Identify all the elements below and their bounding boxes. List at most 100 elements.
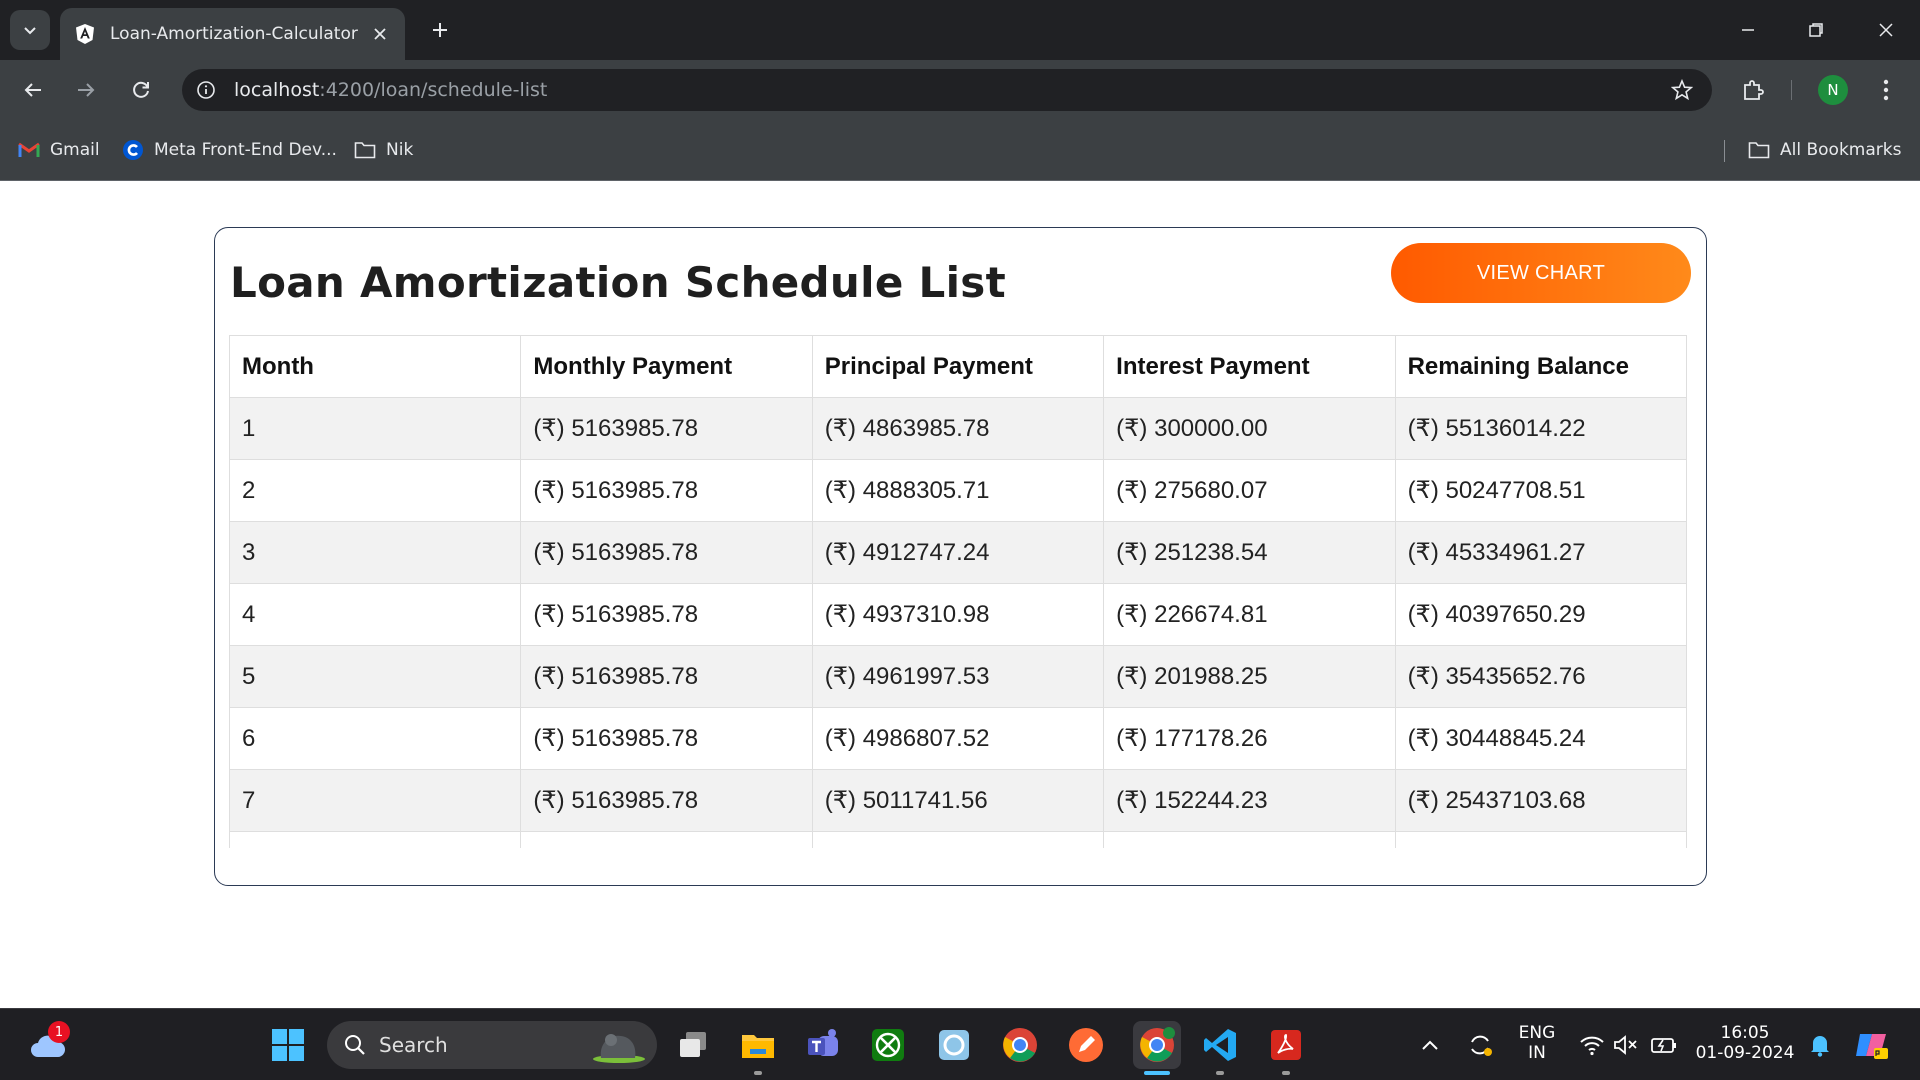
table-row: 3 (₹) 5163985.78 (₹) 4912747.24 (₹) 2512… [229, 521, 1688, 584]
schedule-card: Loan Amortization Schedule List VIEW CHA… [214, 227, 1707, 886]
cell-principal-payment: (₹) 4937310.98 [811, 583, 1105, 646]
cell-month [229, 831, 522, 848]
chrome-profile-icon[interactable] [1133, 1021, 1181, 1069]
angular-icon [74, 23, 96, 45]
url-host: localhost [234, 79, 320, 101]
tab-search-button[interactable] [10, 10, 50, 50]
table-row: 5 (₹) 5163985.78 (₹) 4961997.53 (₹) 2019… [229, 645, 1688, 708]
folder-icon [354, 139, 376, 161]
chrome-icon[interactable] [1000, 1025, 1040, 1065]
cell-month: 5 [229, 645, 522, 708]
close-tab-icon[interactable] [369, 23, 391, 45]
running-indicator [754, 1071, 762, 1075]
table-row: 4 (₹) 5163985.78 (₹) 4937310.98 (₹) 2266… [229, 583, 1688, 646]
forward-arrow-icon[interactable] [68, 72, 104, 108]
cell-interest-payment: (₹) 226674.81 [1103, 583, 1396, 646]
clock[interactable]: 16:05 01-09-2024 [1695, 1023, 1795, 1063]
table-row: 1 (₹) 5163985.78 (₹) 4863985.78 (₹) 3000… [229, 397, 1688, 460]
screen-capture-icon[interactable] [934, 1025, 974, 1065]
schedule-table-container[interactable]: Month Monthly Payment Principal Payment … [229, 335, 1692, 848]
cell-interest-payment: (₹) 251238.54 [1103, 521, 1396, 584]
cell-monthly-payment: (₹) 5163985.78 [520, 583, 813, 646]
cell-month: 4 [229, 583, 522, 646]
teams-icon[interactable] [804, 1025, 844, 1065]
chevron-down-icon [24, 27, 36, 35]
address-bar[interactable]: localhost:4200/loan/schedule-list [182, 69, 1712, 111]
table-row: 6 (₹) 5163985.78 (₹) 4986807.52 (₹) 1771… [229, 707, 1688, 770]
cell-month: 3 [229, 521, 522, 584]
browser-tab-bar: Loan-Amortization-Calculator [0, 0, 1920, 60]
reload-icon[interactable] [123, 72, 159, 108]
cell-principal-payment: (₹) 4986807.52 [811, 707, 1105, 770]
schedule-table: Month Monthly Payment Principal Payment … [229, 335, 1688, 848]
restore-icon[interactable] [1796, 10, 1836, 50]
volume-muted-icon[interactable] [1606, 1025, 1646, 1065]
browser-tab-active[interactable]: Loan-Amortization-Calculator [60, 8, 405, 60]
more-menu-icon[interactable] [1868, 72, 1904, 108]
cell-principal-payment [811, 831, 1105, 848]
language-indicator[interactable]: ENG IN [1512, 1023, 1562, 1063]
toolbar-divider [1791, 80, 1792, 100]
cell-remaining-balance: (₹) 25437103.68 [1394, 769, 1688, 832]
search-label: Search [379, 1033, 448, 1057]
cell-monthly-payment: (₹) 5163985.78 [520, 769, 813, 832]
clock-time: 16:05 [1720, 1023, 1770, 1043]
cell-remaining-balance: (₹) 50247708.51 [1394, 459, 1688, 522]
cell-remaining-balance: (₹) 30448845.24 [1394, 707, 1688, 770]
folder-icon [1748, 139, 1770, 161]
task-view-icon[interactable] [673, 1025, 713, 1065]
url-text: localhost:4200/loan/schedule-list [234, 79, 547, 101]
cell-month: 7 [229, 769, 522, 832]
search-highlight-gorilla-icon [593, 1034, 645, 1063]
minimize-icon[interactable] [1728, 10, 1768, 50]
column-header-month: Month [229, 335, 522, 398]
all-bookmarks-button[interactable]: All Bookmarks [1748, 136, 1901, 164]
tab-title: Loan-Amortization-Calculator [110, 24, 358, 44]
cell-month: 1 [229, 397, 522, 460]
back-arrow-icon[interactable] [15, 72, 51, 108]
column-header-monthly-payment: Monthly Payment [520, 335, 813, 398]
weather-notification-badge: 1 [48, 1021, 70, 1043]
taskbar-search-box[interactable]: Search [327, 1021, 657, 1069]
clock-date: 01-09-2024 [1695, 1043, 1795, 1063]
windows-start-icon[interactable] [268, 1025, 308, 1065]
sync-icon[interactable] [1460, 1025, 1500, 1065]
bookmark-star-icon[interactable] [1670, 78, 1694, 102]
bookmark-meta-front-end[interactable]: Meta Front-End Dev... [122, 136, 337, 164]
acrobat-icon[interactable] [1266, 1025, 1306, 1065]
cell-remaining-balance: (₹) 35435652.76 [1394, 645, 1688, 708]
view-chart-button[interactable]: VIEW CHART [1391, 243, 1691, 303]
cell-monthly-payment: (₹) 5163985.78 [520, 645, 813, 708]
url-path: :4200/loan/schedule-list [319, 79, 548, 101]
language-code: ENG [1518, 1023, 1556, 1043]
bookmarks-bar: Gmail Meta Front-End Dev... Nik All Book… [0, 120, 1920, 181]
gmail-icon [18, 139, 40, 161]
column-header-principal-payment: Principal Payment [811, 335, 1105, 398]
bookmarks-divider [1724, 140, 1725, 162]
all-bookmarks-label: All Bookmarks [1780, 140, 1902, 160]
table-header-row: Month Monthly Payment Principal Payment … [229, 335, 1688, 398]
profile-avatar[interactable]: N [1818, 75, 1848, 105]
cell-interest-payment: (₹) 275680.07 [1103, 459, 1396, 522]
cell-remaining-balance: (₹) 40397650.29 [1394, 583, 1688, 646]
chevron-up-icon[interactable] [1410, 1025, 1450, 1065]
pen-app-icon[interactable] [1066, 1025, 1106, 1065]
extensions-puzzle-icon[interactable] [1735, 72, 1771, 108]
cell-monthly-payment: (₹) 5163985.78 [520, 459, 813, 522]
file-explorer-icon[interactable] [738, 1025, 778, 1065]
notification-bell-icon[interactable] [1800, 1025, 1840, 1065]
copilot-icon[interactable] [1852, 1025, 1892, 1065]
battery-charging-icon[interactable] [1644, 1025, 1684, 1065]
bookmark-folder-nik[interactable]: Nik [354, 136, 413, 164]
cell-month: 2 [229, 459, 522, 522]
new-tab-plus-icon[interactable] [424, 14, 456, 46]
cell-principal-payment: (₹) 4888305.71 [811, 459, 1105, 522]
column-header-remaining-balance: Remaining Balance [1394, 335, 1688, 398]
cell-interest-payment: (₹) 300000.00 [1103, 397, 1396, 460]
table-row: 7 (₹) 5163985.78 (₹) 5011741.56 (₹) 1522… [229, 769, 1688, 832]
close-window-icon[interactable] [1866, 10, 1906, 50]
bookmark-gmail[interactable]: Gmail [18, 136, 100, 164]
xbox-icon[interactable] [868, 1025, 908, 1065]
site-info-icon[interactable] [194, 78, 218, 102]
vscode-icon[interactable] [1200, 1025, 1240, 1065]
